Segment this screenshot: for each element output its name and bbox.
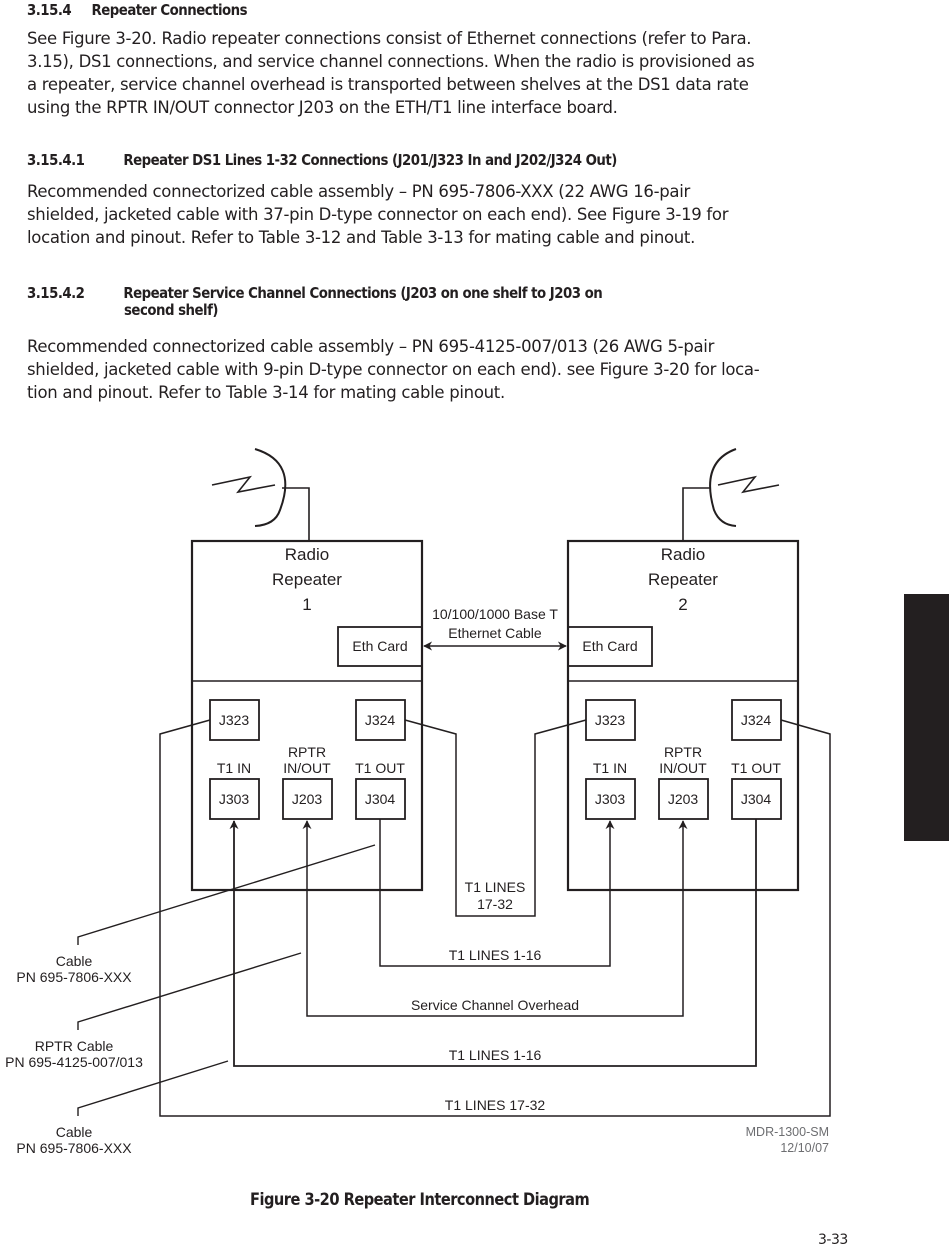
wire-label: T1 LINES: [465, 879, 526, 895]
port-label: T1 OUT: [731, 760, 781, 776]
port-label: T1 OUT: [355, 760, 405, 776]
callout-label: Cable: [56, 1124, 93, 1140]
connector-label: J323: [219, 712, 250, 728]
repeater-1-title: Repeater: [272, 570, 342, 589]
port-label: IN/OUT: [283, 760, 331, 776]
wire-label: T1 LINES 1-16: [449, 947, 542, 963]
callout-label: Cable: [56, 953, 93, 969]
wire-label: T1 LINES 17-32: [445, 1097, 546, 1113]
chapter-thumb-tab: [904, 594, 949, 841]
wire-label: Service Channel Overhead: [411, 997, 579, 1013]
repeater-1-title: 1: [302, 595, 311, 614]
connector-label: J324: [741, 712, 772, 728]
repeater-2-title: Radio: [661, 545, 705, 564]
wire-label: 17-32: [477, 896, 513, 912]
callout-label: PN 695-7806-XXX: [16, 1140, 132, 1156]
repeater-2-title: 2: [678, 595, 687, 614]
connector-label: J303: [219, 791, 250, 807]
doc-date: 12/10/07: [780, 1141, 829, 1155]
connector-label: J203: [668, 791, 699, 807]
port-label: T1 IN: [217, 760, 251, 776]
callout-label: PN 695-7806-XXX: [16, 969, 132, 985]
figure-caption: Figure 3-20 Repeater Interconnect Diagra…: [250, 1190, 590, 1210]
callout-leader: [77, 952, 302, 1030]
callout-leader: [77, 844, 376, 945]
repeater-1-title: Radio: [285, 545, 329, 564]
ethernet-cable-label: 10/100/1000 Base T: [432, 606, 558, 622]
connector-label: J324: [365, 712, 396, 728]
antenna-icon: [682, 448, 780, 541]
connector-label: J203: [292, 791, 323, 807]
page-number: 3-33: [818, 1232, 848, 1248]
callout-label: RPTR Cable: [35, 1038, 114, 1054]
port-label: T1 IN: [593, 760, 627, 776]
eth-card-label: Eth Card: [352, 638, 407, 654]
eth-card-label: Eth Card: [582, 638, 637, 654]
doc-id: MDR-1300-SM: [746, 1125, 829, 1139]
connector-label: J303: [595, 791, 626, 807]
connector-label: J304: [365, 791, 396, 807]
ethernet-cable-label: Ethernet Cable: [448, 625, 542, 641]
connector-label: J304: [741, 791, 772, 807]
port-label: RPTR: [288, 744, 326, 760]
repeater-interconnect-diagram: Radio Repeater 1 Radio Repeater 2 Eth Ca…: [5, 448, 831, 1156]
repeater-2-title: Repeater: [648, 570, 718, 589]
wire-service-channel: [302, 820, 688, 1017]
antenna-icon: [211, 448, 310, 541]
connector-label: J323: [595, 712, 626, 728]
callout-label: PN 695-4125-007/013: [5, 1054, 143, 1070]
port-label: RPTR: [664, 744, 702, 760]
wire-t1-lines-1-16-b: [229, 819, 757, 1067]
wire-label: T1 LINES 1-16: [449, 1047, 542, 1063]
port-label: IN/OUT: [659, 760, 707, 776]
